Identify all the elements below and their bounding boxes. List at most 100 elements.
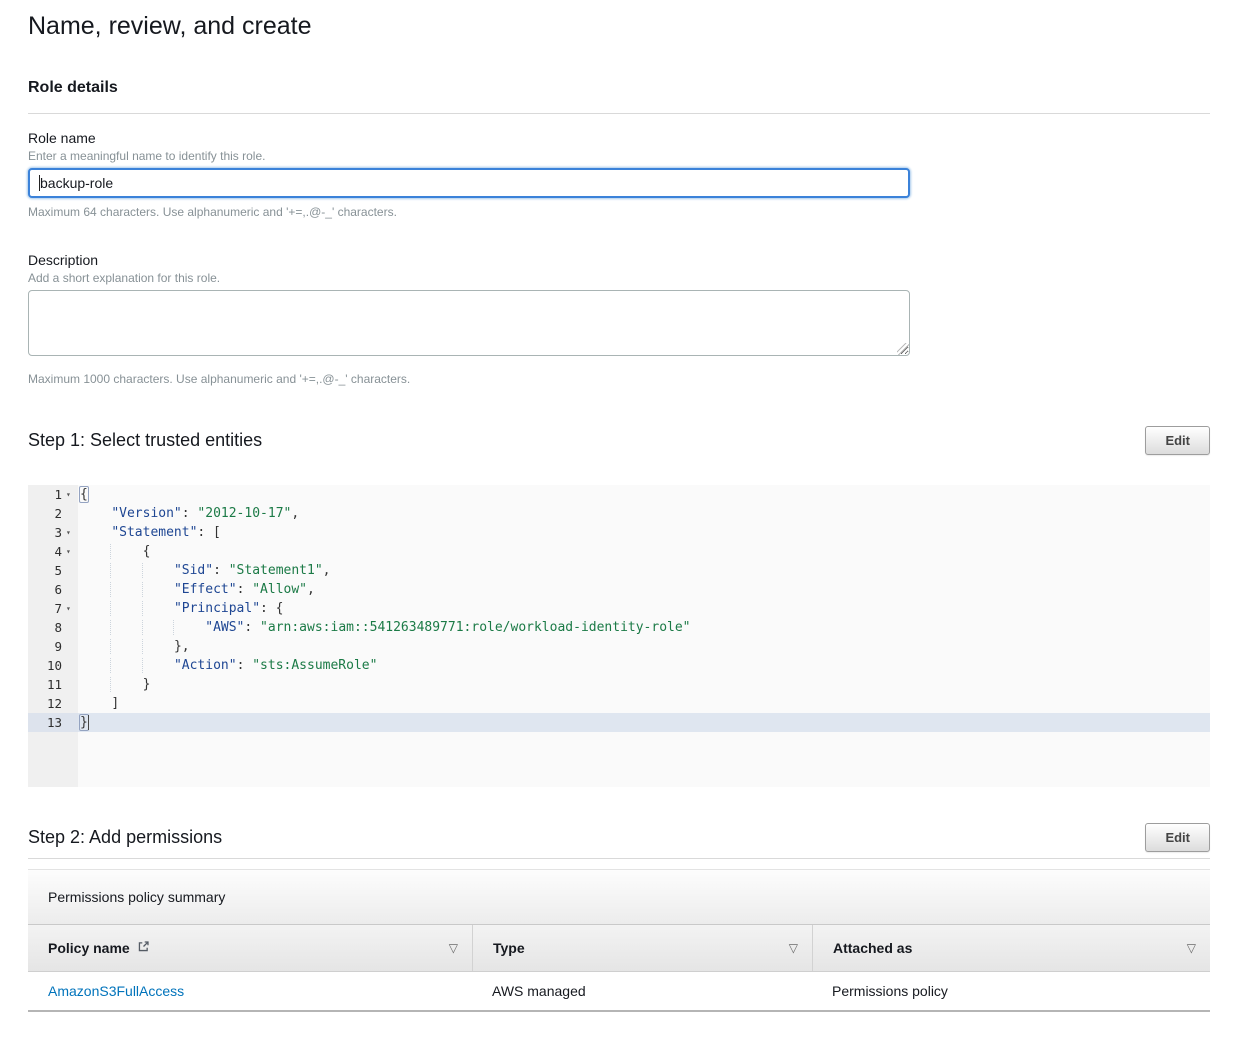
step2-edit-button[interactable]: Edit: [1145, 823, 1210, 852]
line-number: 6: [28, 580, 65, 599]
line-number: 4: [28, 542, 65, 561]
description-field: Description Add a short explanation for …: [28, 252, 1210, 386]
code-line[interactable]: "Principal": {: [78, 599, 1210, 618]
line-number-gutter: 9: [28, 637, 78, 656]
fold-arrow-icon[interactable]: ▾: [65, 523, 78, 542]
sort-icon[interactable]: ▽: [789, 941, 798, 955]
line-number: 9: [28, 637, 65, 656]
line-number-gutter: 4▾: [28, 542, 78, 561]
line-number-gutter: 11: [28, 675, 78, 694]
policy-type-cell: AWS managed: [472, 983, 812, 999]
editor-line[interactable]: 6 "Effect": "Allow",: [28, 580, 1210, 599]
external-link-icon: [137, 940, 150, 956]
line-number-gutter: 2: [28, 504, 78, 523]
sort-icon[interactable]: ▽: [1187, 941, 1196, 955]
table-row: AmazonS3FullAccess AWS managed Permissio…: [28, 972, 1210, 1012]
line-number-gutter: 10: [28, 656, 78, 675]
name-review-create-page: Name, review, and create Role details Ro…: [0, 0, 1242, 1034]
editor-line[interactable]: 4▾ {: [28, 542, 1210, 561]
line-number-gutter: 13: [28, 713, 78, 732]
editor-line[interactable]: 2 "Version": "2012-10-17",: [28, 504, 1210, 523]
code-line[interactable]: "AWS": "arn:aws:iam::541263489771:role/w…: [78, 618, 1210, 637]
code-line[interactable]: }: [78, 675, 1210, 694]
role-name-help: Enter a meaningful name to identify this…: [28, 149, 1210, 163]
gutter-fill: [28, 732, 78, 787]
step1-heading: Step 1: Select trusted entities: [28, 430, 262, 451]
text-caret: [39, 175, 40, 191]
line-number: 7: [28, 599, 65, 618]
column-label: Type: [493, 940, 525, 956]
line-number-gutter: 7▾: [28, 599, 78, 618]
editor-line[interactable]: 5 "Sid": "Statement1",: [28, 561, 1210, 580]
editor-line[interactable]: 12 ]: [28, 694, 1210, 713]
line-number: 1: [28, 485, 65, 504]
policy-name-link[interactable]: AmazonS3FullAccess: [48, 983, 184, 999]
section-divider: [28, 113, 1210, 114]
code-line[interactable]: {: [78, 485, 1210, 504]
editor-empty-area[interactable]: [28, 732, 1210, 787]
fold-arrow-icon[interactable]: ▾: [65, 485, 78, 504]
step2-heading: Step 2: Add permissions: [28, 827, 222, 848]
editor-line[interactable]: 11 }: [28, 675, 1210, 694]
description-constraint: Maximum 1000 characters. Use alphanumeri…: [28, 372, 1210, 386]
code-line[interactable]: "Statement": [: [78, 523, 1210, 542]
line-number: 10: [28, 656, 65, 675]
fold-arrow-icon[interactable]: ▾: [65, 599, 78, 618]
editor-line[interactable]: 10 "Action": "sts:AssumeRole": [28, 656, 1210, 675]
table-header: Policy name ▽ Type ▽ Attached as ▽: [28, 925, 1210, 972]
code-line[interactable]: "Effect": "Allow",: [78, 580, 1210, 599]
line-number: 2: [28, 504, 65, 523]
sort-icon[interactable]: ▽: [449, 941, 458, 955]
role-details-heading: Role details: [28, 79, 1210, 97]
permissions-panel-title: Permissions policy summary: [48, 889, 225, 905]
line-number-gutter: 8: [28, 618, 78, 637]
step2-header-row: Step 2: Add permissions Edit: [28, 823, 1210, 852]
code-editor[interactable]: 1▾{2 "Version": "2012-10-17",3▾ "Stateme…: [28, 485, 1210, 787]
line-number-gutter: 3▾: [28, 523, 78, 542]
column-header-type[interactable]: Type ▽: [472, 925, 812, 971]
editor-line[interactable]: 3▾ "Statement": [: [28, 523, 1210, 542]
code-line[interactable]: "Version": "2012-10-17",: [78, 504, 1210, 523]
description-label: Description: [28, 252, 1210, 268]
code-line[interactable]: },: [78, 637, 1210, 656]
page-title: Name, review, and create: [28, 12, 1210, 41]
role-name-field: Role name Enter a meaningful name to ide…: [28, 130, 1210, 219]
column-header-attached-as[interactable]: Attached as ▽: [812, 925, 1210, 971]
line-number: 5: [28, 561, 65, 580]
permissions-panel: Permissions policy summary Policy name ▽…: [28, 869, 1210, 1012]
fold-arrow-icon[interactable]: ▾: [65, 542, 78, 561]
role-name-input[interactable]: [28, 168, 910, 198]
code-line[interactable]: "Action": "sts:AssumeRole": [78, 656, 1210, 675]
code-line[interactable]: ]: [78, 694, 1210, 713]
policy-attached-as-cell: Permissions policy: [812, 983, 1210, 999]
editor-line[interactable]: 13}: [28, 713, 1210, 732]
editor-line[interactable]: 1▾{: [28, 485, 1210, 504]
step2-divider: [28, 858, 1210, 859]
step1-edit-button[interactable]: Edit: [1145, 426, 1210, 455]
description-help: Add a short explanation for this role.: [28, 271, 1210, 285]
editor-line[interactable]: 8 "AWS": "arn:aws:iam::541263489771:role…: [28, 618, 1210, 637]
column-label: Policy name: [48, 940, 130, 956]
line-number: 3: [28, 523, 65, 542]
code-line[interactable]: "Sid": "Statement1",: [78, 561, 1210, 580]
editor-line[interactable]: 7▾ "Principal": {: [28, 599, 1210, 618]
column-header-policy-name[interactable]: Policy name ▽: [28, 925, 472, 971]
code-line[interactable]: }: [78, 713, 1210, 732]
line-number-gutter: 1▾: [28, 485, 78, 504]
column-label: Attached as: [833, 940, 912, 956]
step1-header-row: Step 1: Select trusted entities Edit: [28, 426, 1210, 455]
line-number-gutter: 12: [28, 694, 78, 713]
line-number: 13: [28, 713, 65, 732]
code-fill[interactable]: [78, 732, 1210, 787]
permissions-panel-header: Permissions policy summary: [28, 869, 1210, 925]
code-line[interactable]: {: [78, 542, 1210, 561]
description-textarea[interactable]: [28, 290, 910, 356]
role-name-label: Role name: [28, 130, 1210, 146]
line-number-gutter: 5: [28, 561, 78, 580]
line-number: 11: [28, 675, 65, 694]
editor-line[interactable]: 9 },: [28, 637, 1210, 656]
role-name-constraint: Maximum 64 characters. Use alphanumeric …: [28, 205, 1210, 219]
line-number: 8: [28, 618, 65, 637]
line-number-gutter: 6: [28, 580, 78, 599]
line-number: 12: [28, 694, 65, 713]
